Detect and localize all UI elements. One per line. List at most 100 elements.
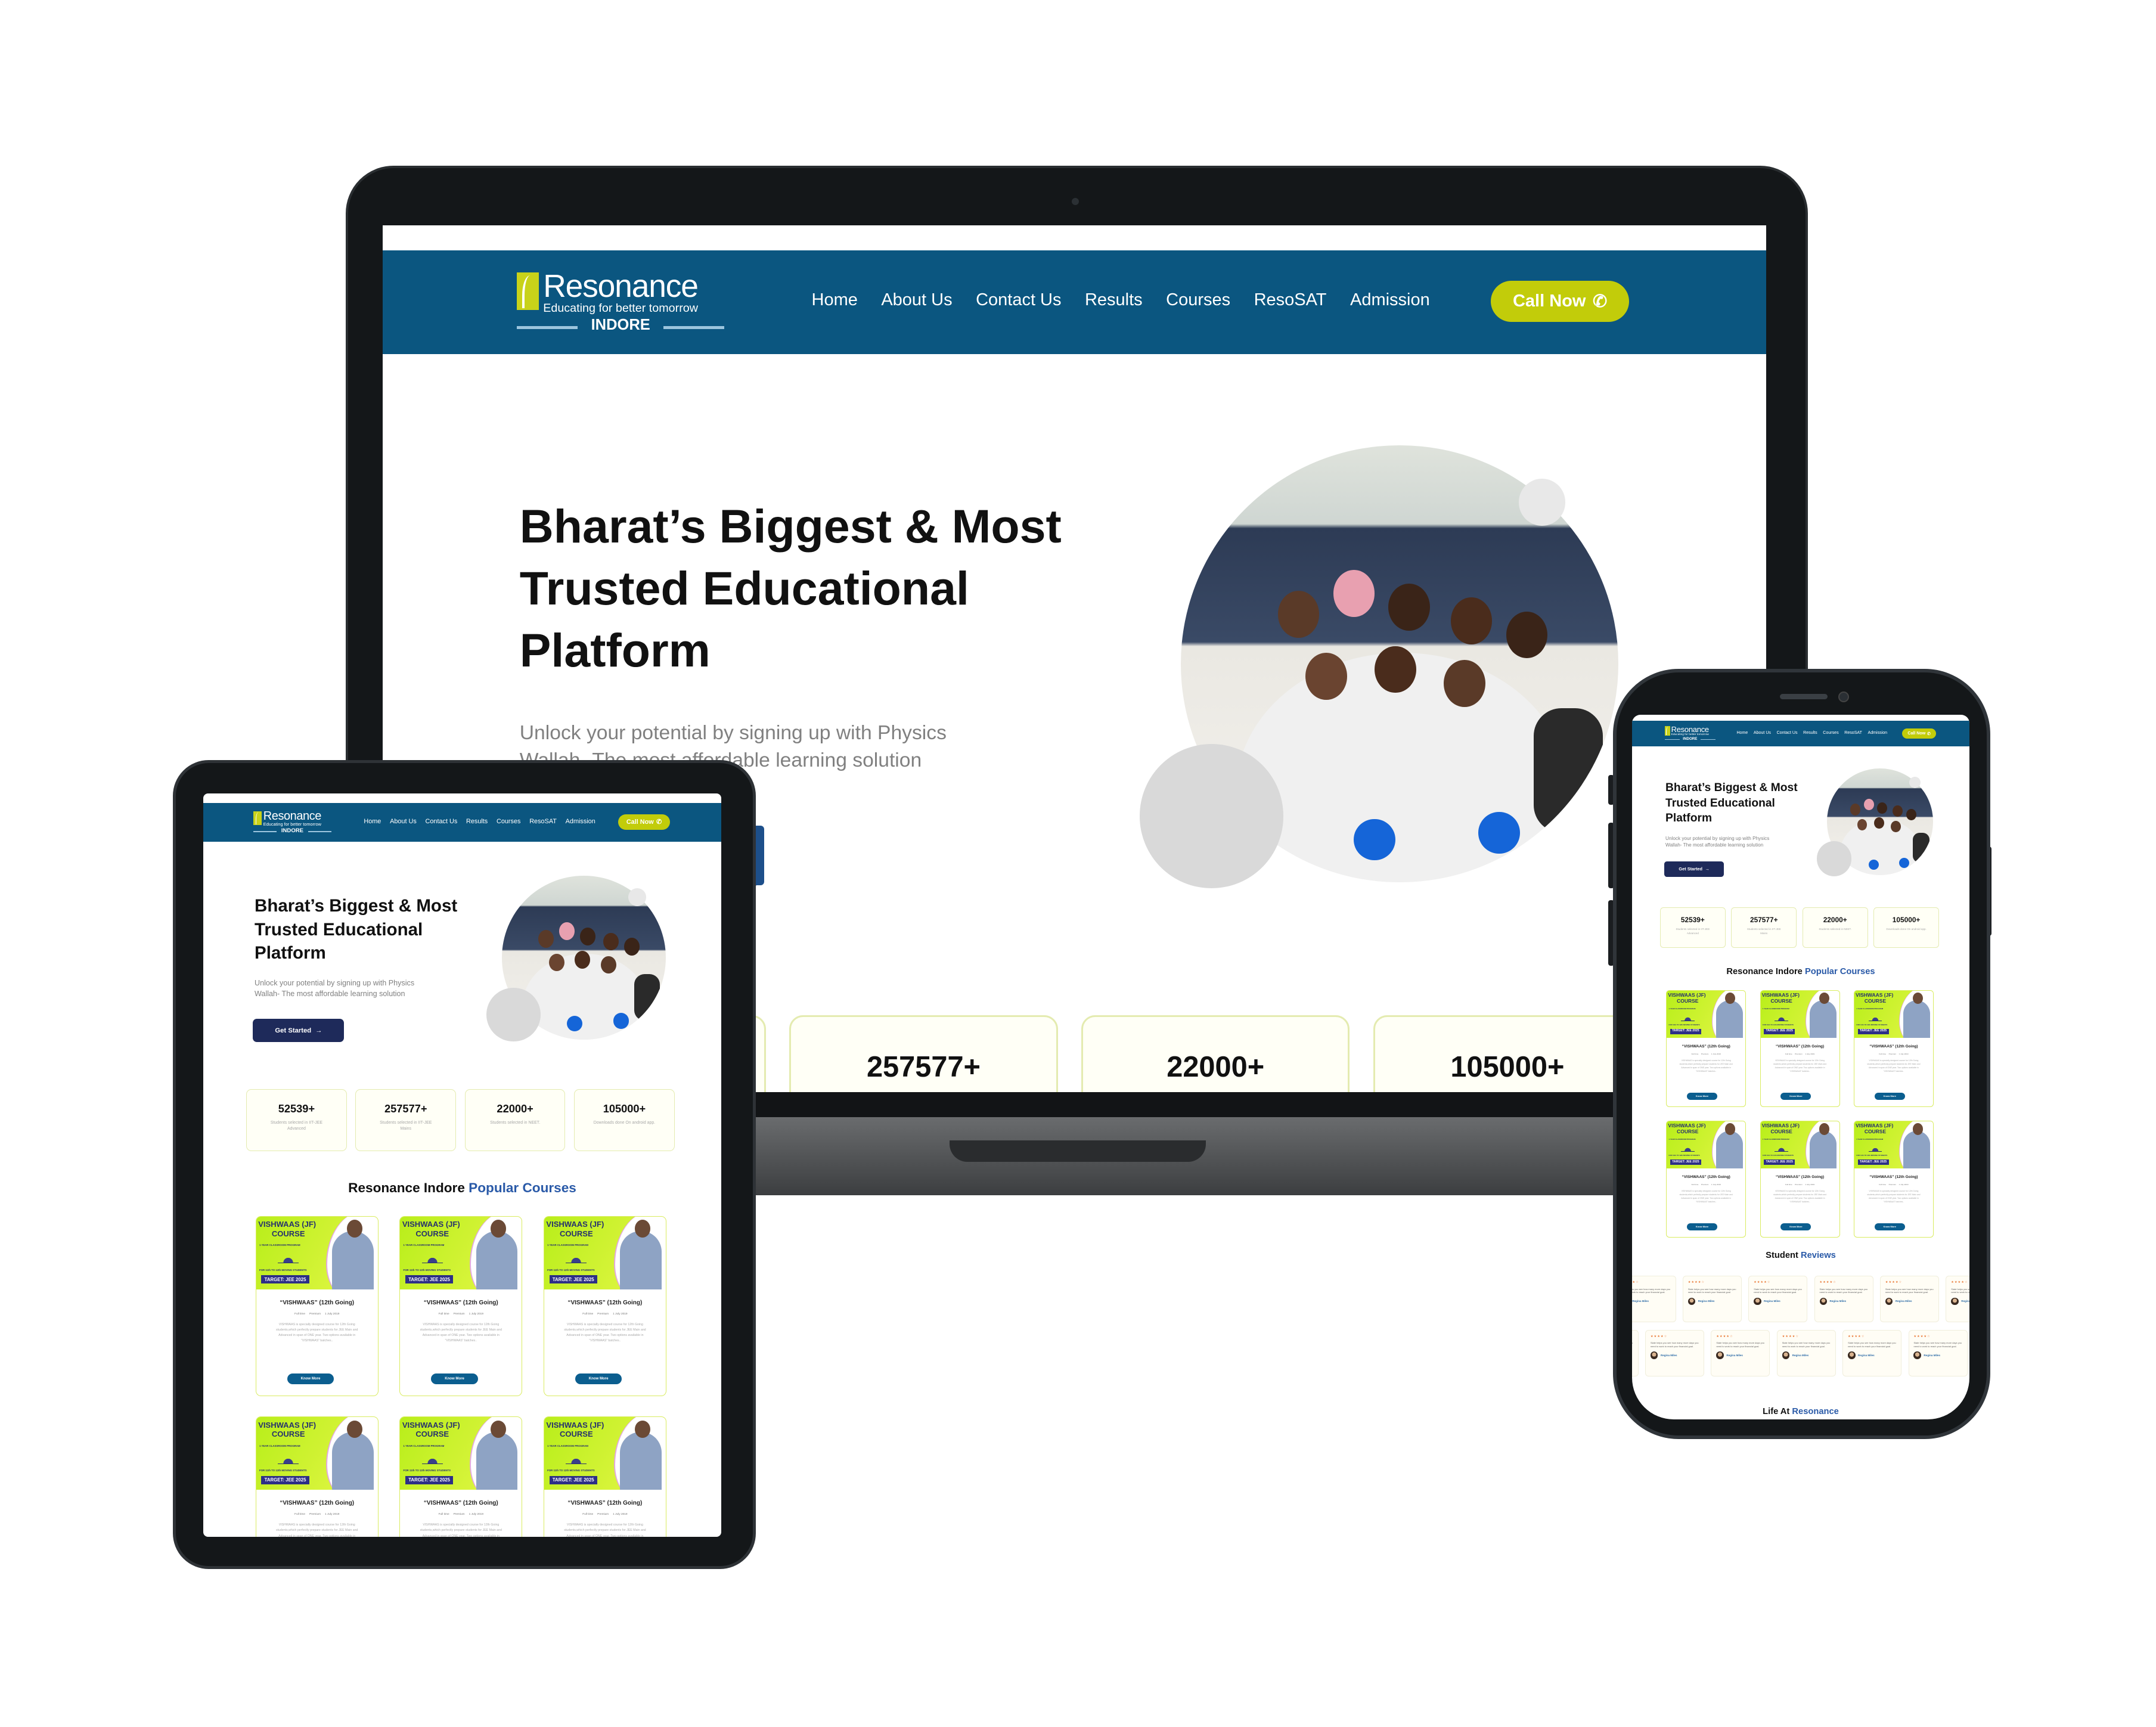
review-card: ★★★★☆ Slate helps you see how many more … xyxy=(1711,1329,1770,1376)
student-figure xyxy=(1903,1000,1931,1038)
nav-results[interactable]: Results xyxy=(466,818,488,825)
course-card[interactable]: VISHWAAS (JF) COURSE 1 YEAR CLASSROOM PR… xyxy=(1666,990,1746,1108)
nav-about-us[interactable]: About Us xyxy=(881,290,952,310)
nav-results[interactable]: Results xyxy=(1803,731,1817,736)
course-card[interactable]: VISHWAAS (JF) COURSE 1 YEAR CLASSROOM PR… xyxy=(399,1216,523,1396)
site-header: Resonance Educating for better tomorrow … xyxy=(1632,721,1969,746)
heading-text: Resonance Indore xyxy=(348,1180,469,1196)
nav-admission[interactable]: Admission xyxy=(566,818,595,825)
nav-home[interactable]: Home xyxy=(1736,731,1748,736)
nav-admission[interactable]: Admission xyxy=(1350,290,1430,310)
course-card[interactable]: VISHWAAS (JF) COURSE 1 YEAR CLASSROOM PR… xyxy=(255,1416,379,1537)
star-rating: ★★★★☆ xyxy=(1951,1280,1968,1285)
nav-contact-us[interactable]: Contact Us xyxy=(976,290,1061,310)
banner-line1: VISHWAAS (JF) xyxy=(546,1220,604,1229)
avatar xyxy=(1913,1351,1921,1359)
nav-resosat[interactable]: ResoSAT xyxy=(1254,290,1327,310)
reviewer-name: Regina Miles xyxy=(1764,1300,1780,1303)
reviewer-name: Regina Miles xyxy=(1858,1353,1875,1357)
avatar xyxy=(1754,1297,1761,1305)
student-figure xyxy=(1903,1130,1931,1169)
nav-contact-us[interactable]: Contact Us xyxy=(426,818,458,825)
know-more-button[interactable]: Know More xyxy=(1874,1092,1905,1100)
course-meta: Full time Premium 1 July 2019 xyxy=(1667,1053,1745,1056)
course-card[interactable]: VISHWAAS (JF) COURSE 1 YEAR CLASSROOM PR… xyxy=(1853,990,1934,1108)
course-card[interactable]: VISHWAAS (JF) COURSE 1 YEAR CLASSROOM PR… xyxy=(1760,1120,1840,1238)
know-more-button[interactable]: Know More xyxy=(1780,1223,1811,1230)
call-now-button[interactable]: Call Now ✆ xyxy=(1902,728,1936,739)
call-now-button[interactable]: Call Now ✆ xyxy=(1491,280,1630,323)
nav-courses[interactable]: Courses xyxy=(1166,290,1230,310)
call-now-button[interactable]: Call Now ✆ xyxy=(618,814,670,830)
course-card[interactable]: VISHWAAS (JF) COURSE 1 YEAR CLASSROOM PR… xyxy=(399,1416,523,1537)
avatar xyxy=(1650,1351,1658,1359)
avatar xyxy=(1848,1351,1856,1359)
course-meta: Full time Premium 1 July 2019 xyxy=(544,1313,666,1316)
know-more-button[interactable]: Know More xyxy=(287,1373,334,1384)
call-now-label: Call Now xyxy=(1512,292,1586,311)
course-title: “VISHWAAS” (12th Going) xyxy=(567,1300,643,1307)
course-banner-image: VISHWAAS (JF) COURSE 1 YEAR CLASSROOM PR… xyxy=(1760,1121,1839,1169)
nav-about-us[interactable]: About Us xyxy=(390,818,417,825)
course-description: VISHWAAS is specially designed course fo… xyxy=(564,1322,646,1343)
course-card[interactable]: VISHWAAS (JF) COURSE 1 YEAR CLASSROOM PR… xyxy=(543,1416,666,1537)
course-meta-date: 1 July 2019 xyxy=(1711,1052,1721,1055)
banner-for: FOR 11th TO 12th MOVING STUDENTS xyxy=(547,1469,595,1472)
course-meta-date: 1 July 2019 xyxy=(613,1313,628,1316)
logo-mark-icon xyxy=(517,272,539,310)
course-card[interactable]: VISHWAAS (JF) COURSE 1 YEAR CLASSROOM PR… xyxy=(1760,990,1840,1108)
know-more-button[interactable]: Know More xyxy=(575,1373,622,1384)
banner-line2: COURSE xyxy=(559,1430,593,1439)
get-started-button[interactable]: Get Started → xyxy=(253,1019,345,1043)
course-card[interactable]: VISHWAAS (JF) COURSE 1 YEAR CLASSROOM PR… xyxy=(1666,1120,1746,1238)
nav-home[interactable]: Home xyxy=(812,290,858,310)
student-figure xyxy=(1716,1130,1743,1169)
course-title: “VISHWAAS” (12th Going) xyxy=(280,1500,355,1507)
get-started-button[interactable]: Get Started → xyxy=(1664,861,1724,877)
avatar xyxy=(1716,1351,1724,1359)
book-icon xyxy=(1680,1013,1695,1021)
student-figure xyxy=(620,1231,662,1289)
course-meta: Full time Premium 1 July 2019 xyxy=(400,1513,522,1516)
stat-label: Downloads done On android app. xyxy=(1886,928,1927,931)
logo[interactable]: Resonance Educating for better tomorrow … xyxy=(253,810,331,835)
student-figure xyxy=(332,1231,374,1289)
course-card[interactable]: VISHWAAS (JF) COURSE 1 YEAR CLASSROOM PR… xyxy=(543,1216,666,1396)
course-meta-type: Full time xyxy=(294,1313,306,1316)
banner-program: 1 YEAR CLASSROOM PROGRAM xyxy=(259,1444,300,1447)
nav-home[interactable]: Home xyxy=(364,818,381,825)
nav-courses[interactable]: Courses xyxy=(497,818,520,825)
know-more-button[interactable]: Know More xyxy=(1780,1092,1811,1100)
logo[interactable]: Resonance Educating for better tomorrow … xyxy=(1664,725,1716,742)
stat-value: 257577+ xyxy=(384,1102,427,1115)
nav-courses[interactable]: Courses xyxy=(1823,731,1838,736)
nav-resosat[interactable]: ResoSAT xyxy=(1844,731,1862,736)
course-meta-type: Full time xyxy=(1879,1052,1887,1055)
nav-results[interactable]: Results xyxy=(1085,290,1143,310)
review-card: ★★★★☆ Slate helps you see how many more … xyxy=(1645,1329,1705,1376)
stat-card: 22000+ Students selected in NEET. xyxy=(464,1089,566,1152)
nav-about-us[interactable]: About Us xyxy=(1754,731,1771,736)
course-meta-date: 1 July 2019 xyxy=(469,1513,483,1517)
nav-admission[interactable]: Admission xyxy=(1868,731,1888,736)
course-meta: Full time Premium 1 July 2019 xyxy=(400,1313,522,1316)
banner-for: FOR 11th TO 12th MOVING STUDENTS xyxy=(547,1268,595,1272)
logo[interactable]: Resonance Educating for better tomorrow … xyxy=(517,269,725,336)
banner-program: 1 YEAR CLASSROOM PROGRAM xyxy=(547,1444,588,1447)
know-more-button[interactable]: Know More xyxy=(1687,1092,1718,1100)
banner-line1: VISHWAAS (JF) xyxy=(402,1220,460,1229)
course-meta-date: 1 July 2019 xyxy=(325,1313,340,1316)
course-card[interactable]: VISHWAAS (JF) COURSE 1 YEAR CLASSROOM PR… xyxy=(255,1216,379,1396)
stat-card: 105000+ Downloads done On android app. xyxy=(1873,907,1939,948)
student-figure xyxy=(476,1231,518,1289)
nav-contact-us[interactable]: Contact Us xyxy=(1777,731,1798,736)
course-description: VISHWAAS is specially designed course fo… xyxy=(1773,1059,1827,1072)
know-more-button[interactable]: Know More xyxy=(431,1373,478,1384)
know-more-button[interactable]: Know More xyxy=(1874,1223,1905,1230)
banner-for: FOR 11th TO 12th MOVING STUDENTS xyxy=(1668,1154,1700,1157)
nav-resosat[interactable]: ResoSAT xyxy=(529,818,557,825)
know-more-button[interactable]: Know More xyxy=(1687,1223,1718,1230)
course-banner-image: VISHWAAS (JF) COURSE 1 YEAR CLASSROOM PR… xyxy=(400,1417,522,1490)
banner-program: 1 YEAR CLASSROOM PROGRAM xyxy=(1668,1138,1696,1141)
course-card[interactable]: VISHWAAS (JF) COURSE 1 YEAR CLASSROOM PR… xyxy=(1853,1120,1934,1238)
